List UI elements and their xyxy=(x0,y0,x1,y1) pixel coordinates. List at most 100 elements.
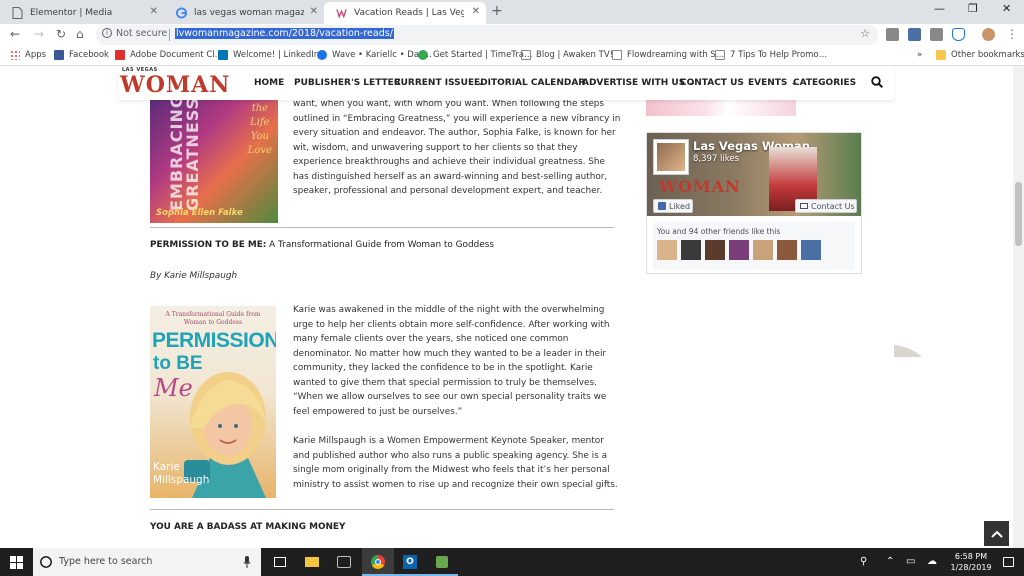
app-icon[interactable] xyxy=(328,548,360,576)
book2-byline: By Karie Millspaugh xyxy=(150,271,238,281)
cover-title-line1: PERMISSION xyxy=(152,329,276,352)
bookmark-item[interactable]: Get Started | TimeTra… xyxy=(418,50,532,60)
close-icon[interactable]: ✕ xyxy=(472,6,480,17)
notifications-icon[interactable] xyxy=(1003,557,1014,567)
decorative-shape xyxy=(894,345,922,357)
search-icon xyxy=(40,556,52,568)
outlook-icon[interactable]: O xyxy=(394,548,426,576)
contact-us-button[interactable]: Contact Us xyxy=(795,199,857,213)
other-bookmarks[interactable]: Other bookmarks xyxy=(936,50,1024,60)
minimize-button[interactable]: — xyxy=(934,2,945,15)
tab-label: las vegas woman magazine kari… xyxy=(194,8,304,18)
search-icon[interactable] xyxy=(871,76,883,88)
bookmark-item[interactable]: Apps xyxy=(10,50,46,60)
friends-like-text: You and 94 other friends like this xyxy=(657,227,781,236)
wave-icon xyxy=(317,50,327,60)
close-window-button[interactable]: ✕ xyxy=(1002,2,1011,15)
tab-vacation-reads[interactable]: Vacation Reads | Las Vegas Wom… ✕ xyxy=(324,2,486,24)
chevron-up-icon xyxy=(990,530,1003,538)
page-avatar[interactable] xyxy=(653,139,689,175)
friend-avatar[interactable] xyxy=(657,240,677,260)
task-view-icon[interactable] xyxy=(264,548,296,576)
book2-description: Karie was awakened in the middle of the … xyxy=(293,305,610,417)
adobe-icon xyxy=(115,50,125,60)
maximize-button[interactable]: ❐ xyxy=(968,2,978,15)
bookmark-item[interactable]: Facebook xyxy=(54,50,109,60)
nav-advertise-with-us[interactable]: ADVERTISE WITH US ⌄ xyxy=(582,78,696,88)
shield-icon[interactable] xyxy=(952,28,965,41)
url-text[interactable]: lvwomanmagazine.com/2018/vacation-reads/ xyxy=(175,28,394,39)
home-icon[interactable]: ⌂ xyxy=(76,27,84,41)
tab-elementor[interactable]: Elementor | Media ✕ xyxy=(0,2,164,24)
close-icon[interactable]: ✕ xyxy=(150,6,158,17)
extension-icon[interactable] xyxy=(930,28,943,41)
book-cover-permission-to-be-me[interactable]: A Transformational Guide from Woman to G… xyxy=(150,306,276,498)
facebook-icon xyxy=(54,50,64,60)
display-icon[interactable]: ▭ xyxy=(906,556,915,567)
nav-events[interactable]: EVENTS ⌄ xyxy=(748,78,798,88)
book-cover-embracing-greatness[interactable]: the Life You Love EMBRACING GREATNESS So… xyxy=(150,100,278,223)
book2-author-bio: Karie Millspaugh is a Women Empowerment … xyxy=(293,436,618,490)
tab-google-search[interactable]: las vegas woman magazine kari… ✕ xyxy=(164,2,324,24)
friend-avatar[interactable] xyxy=(681,240,701,260)
lvw-favicon-icon xyxy=(336,9,347,19)
nav-current-issue[interactable]: CURRENT ISSUE ⌄ xyxy=(394,78,485,88)
chevron-up-icon[interactable]: ⌃ xyxy=(886,556,894,567)
extension-icon[interactable] xyxy=(886,28,899,41)
extension-icon[interactable] xyxy=(908,28,921,41)
scrollbar-thumb[interactable] xyxy=(1015,182,1022,246)
info-icon[interactable]: i xyxy=(102,28,112,38)
google-icon xyxy=(176,7,187,19)
forward-arrow-icon[interactable]: → xyxy=(34,27,44,41)
file-explorer-icon[interactable] xyxy=(296,548,328,576)
bookmark-item[interactable]: Welcome! | LinkedIn xyxy=(218,50,319,60)
friend-avatar[interactable] xyxy=(705,240,725,260)
page-scrollbar[interactable] xyxy=(1013,66,1024,548)
people-icon[interactable]: ⚲ xyxy=(860,556,867,567)
book2-title: PERMISSION TO BE ME: A Transformational … xyxy=(150,240,494,250)
clock-time: 6:58 PM xyxy=(954,552,988,561)
facebook-page-widget: Las Vegas Woman 8,397 likes WOMAN Liked … xyxy=(646,132,862,274)
back-arrow-icon[interactable]: ← xyxy=(10,27,20,41)
taskbar-clock[interactable]: 6:58 PM 1/28/2019 xyxy=(946,551,996,573)
nav-home[interactable]: HOME xyxy=(254,78,284,88)
cover-author: Sophia Ellen Falke xyxy=(156,208,243,218)
new-tab-button[interactable]: + xyxy=(491,3,503,19)
divider xyxy=(169,29,170,41)
menu-dots-icon[interactable]: ⋮ xyxy=(1006,27,1018,41)
cover-author-line1: Karie xyxy=(153,461,180,473)
network-icon[interactable]: ☁ xyxy=(927,556,937,567)
profile-avatar[interactable] xyxy=(982,28,995,41)
bookmark-item[interactable]: 7 Tips To Help Promo… xyxy=(715,50,827,60)
close-icon[interactable]: ✕ xyxy=(310,6,318,17)
microphone-icon[interactable] xyxy=(243,556,251,568)
friend-avatar[interactable] xyxy=(777,240,797,260)
back-to-top-button[interactable] xyxy=(984,521,1009,546)
nav-editorial-calendar[interactable]: EDITORIAL CALENDAR xyxy=(474,78,585,88)
cover-logo: WOMAN xyxy=(659,177,741,196)
bookmark-item[interactable]: Blog | Awaken TV! xyxy=(521,50,613,60)
reload-icon[interactable]: ↻ xyxy=(56,27,66,41)
bookmark-item[interactable]: Adobe Document Cl… xyxy=(115,50,223,60)
page-icon xyxy=(715,50,725,60)
star-icon[interactable]: ☆ xyxy=(860,27,870,40)
friend-avatar[interactable] xyxy=(753,240,773,260)
nav-publishers-letter[interactable]: PUBLISHER'S LETTER xyxy=(294,78,401,88)
bookmark-item[interactable]: Wave • Kariellc • Das… xyxy=(317,50,432,60)
site-logo[interactable]: WOMAN xyxy=(120,72,230,98)
bookmark-item[interactable]: Flowdreaming with S… xyxy=(612,50,724,60)
app-icon[interactable] xyxy=(426,548,458,576)
nav-contact-us[interactable]: CONTACT US xyxy=(680,78,744,88)
nav-categories[interactable]: CATEGORIES xyxy=(793,78,856,88)
taskbar-search-box[interactable]: Type here to search xyxy=(33,548,261,576)
windows-start-icon[interactable] xyxy=(10,556,23,569)
page-likes: 8,397 likes xyxy=(693,154,740,164)
address-bar[interactable]: i Not secure lvwomanmagazine.com/2018/va… xyxy=(96,25,878,45)
friend-avatar[interactable] xyxy=(729,240,749,260)
chrome-icon[interactable] xyxy=(362,548,394,576)
friend-avatar[interactable] xyxy=(801,240,821,260)
sidebar-ad-fragment[interactable] xyxy=(646,100,796,116)
bookmarks-overflow-button[interactable]: » xyxy=(917,50,922,60)
liked-button[interactable]: Liked xyxy=(653,199,693,213)
facebook-cover[interactable]: Las Vegas Woman 8,397 likes WOMAN Liked … xyxy=(647,133,861,216)
